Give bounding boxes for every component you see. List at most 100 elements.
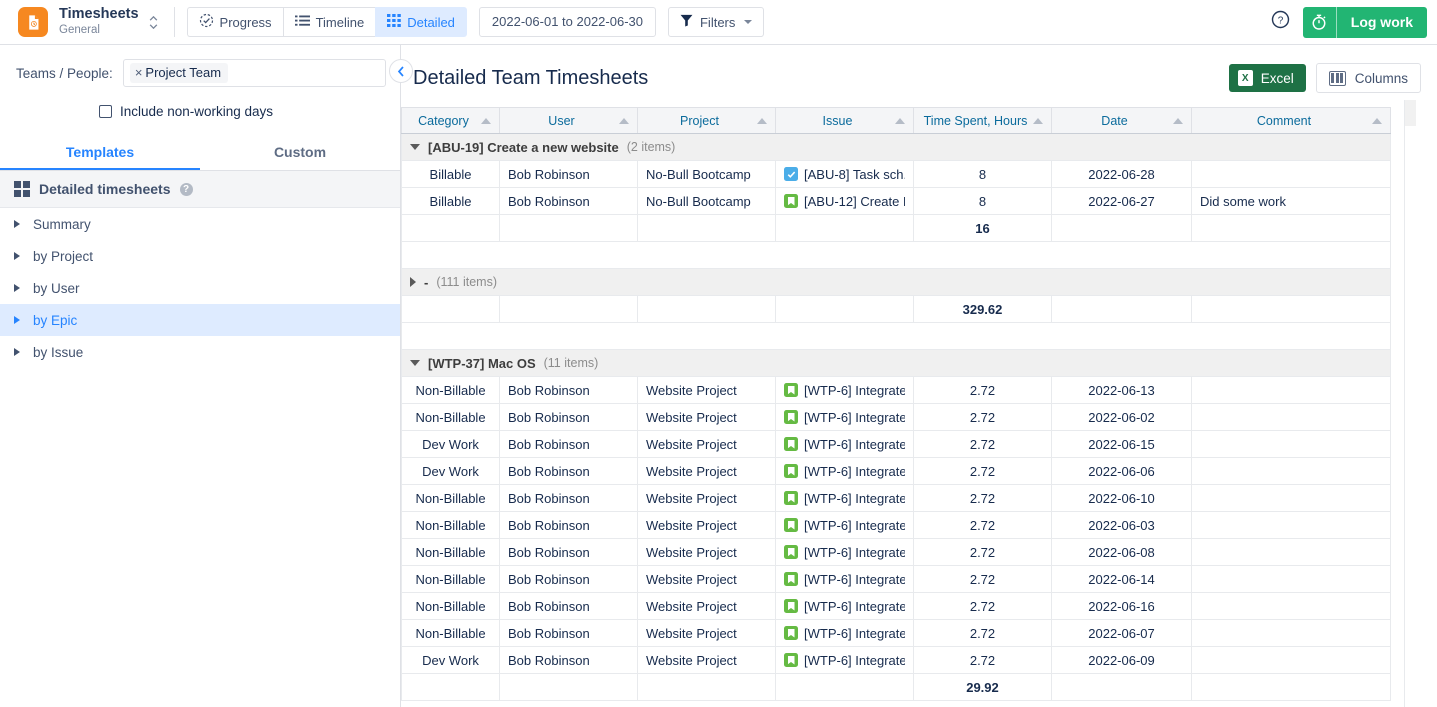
issue-label: [ABU-8] Task sch...	[804, 167, 905, 182]
export-excel-button[interactable]: X Excel	[1229, 64, 1306, 92]
table-row[interactable]: Non-BillableBob RobinsonWebsite Project[…	[402, 539, 1391, 566]
vertical-scrollbar-thumb[interactable]	[1405, 100, 1416, 126]
cell-date: 2022-06-28	[1052, 161, 1192, 188]
issue-link[interactable]: [WTP-6] Integrate...	[784, 464, 905, 479]
issue-link[interactable]: [WTP-6] Integrate...	[784, 572, 905, 587]
sort-asc-icon[interactable]	[481, 118, 491, 124]
tab-detailed-label: Detailed	[407, 15, 455, 30]
column-header-category[interactable]: Category	[402, 108, 500, 134]
column-header-time-spent[interactable]: Time Spent, Hours	[914, 108, 1052, 134]
app-subtitle: General	[59, 24, 139, 36]
cell-comment	[1192, 431, 1391, 458]
tab-templates[interactable]: Templates	[0, 135, 200, 170]
table-row[interactable]: BillableBob RobinsonNo-Bull Bootcamp[ABU…	[402, 188, 1391, 215]
group-collapse-toggle-icon[interactable]	[410, 144, 420, 150]
group-header-row[interactable]: [ABU-19] Create a new website(2 items)	[402, 134, 1391, 161]
column-header-label: Category	[410, 114, 477, 128]
column-header-issue[interactable]: Issue	[776, 108, 914, 134]
table-row[interactable]: Dev WorkBob RobinsonWebsite Project[WTP-…	[402, 458, 1391, 485]
log-work-button[interactable]: Log work	[1337, 7, 1427, 38]
issue-link[interactable]: [WTP-6] Integrate...	[784, 383, 905, 398]
team-chip[interactable]: × Project Team	[130, 63, 228, 83]
app-name: Timesheets	[59, 7, 139, 23]
column-header-project[interactable]: Project	[638, 108, 776, 134]
sidebar-collapse-button[interactable]	[389, 59, 413, 83]
sidebar-item-by-epic[interactable]: by Epic	[0, 304, 400, 336]
stopwatch-icon[interactable]	[1303, 7, 1337, 38]
column-header-comment[interactable]: Comment	[1192, 108, 1391, 134]
issue-link[interactable]: [WTP-6] Integrate...	[784, 491, 905, 506]
issue-label: [WTP-6] Integrate...	[804, 464, 905, 479]
column-header-date[interactable]: Date	[1052, 108, 1192, 134]
issue-link[interactable]: [ABU-8] Task sch...	[784, 167, 905, 182]
group-header-row[interactable]: -(111 items)	[402, 269, 1391, 296]
filters-button[interactable]: Filters	[668, 7, 764, 37]
issue-link[interactable]: [WTP-6] Integrate...	[784, 599, 905, 614]
issue-link[interactable]: [WTP-6] Integrate...	[784, 410, 905, 425]
help-icon[interactable]: ?	[180, 183, 193, 196]
group-collapse-toggle-icon[interactable]	[410, 360, 420, 366]
tab-detailed[interactable]: Detailed	[375, 7, 467, 37]
sort-asc-icon[interactable]	[1173, 118, 1183, 124]
vertical-scrollbar[interactable]	[1404, 100, 1415, 707]
cell-time-spent: 2.72	[914, 431, 1052, 458]
cell-project: Website Project	[638, 647, 776, 674]
sort-asc-icon[interactable]	[1033, 118, 1043, 124]
table-row[interactable]: Dev WorkBob RobinsonWebsite Project[WTP-…	[402, 647, 1391, 674]
column-header-user[interactable]: User	[500, 108, 638, 134]
group-header-row[interactable]: [WTP-37] Mac OS(11 items)	[402, 350, 1391, 377]
issue-link[interactable]: [WTP-6] Integrate...	[784, 545, 905, 560]
sidebar-item-summary[interactable]: Summary	[0, 208, 400, 240]
table-row[interactable]: Dev WorkBob RobinsonWebsite Project[WTP-…	[402, 431, 1391, 458]
cell-issue: [WTP-6] Integrate...	[776, 512, 914, 539]
sidebar-item-by-user[interactable]: by User	[0, 272, 400, 304]
table-row[interactable]: Non-BillableBob RobinsonWebsite Project[…	[402, 512, 1391, 539]
group-item-count: (111 items)	[436, 275, 497, 289]
columns-button[interactable]: Columns	[1316, 63, 1421, 93]
table-row[interactable]: Non-BillableBob RobinsonWebsite Project[…	[402, 377, 1391, 404]
table-row[interactable]: Non-BillableBob RobinsonWebsite Project[…	[402, 566, 1391, 593]
sidebar-tab-group: Templates Custom	[0, 135, 400, 171]
question-circle-icon[interactable]: ?	[1271, 10, 1290, 34]
table-row[interactable]: Non-BillableBob RobinsonWebsite Project[…	[402, 620, 1391, 647]
tab-custom[interactable]: Custom	[200, 135, 400, 170]
sort-asc-icon[interactable]	[1372, 118, 1382, 124]
cell-category: Dev Work	[402, 647, 500, 674]
issue-link[interactable]: [WTP-6] Integrate...	[784, 626, 905, 641]
table-row[interactable]: Non-BillableBob RobinsonWebsite Project[…	[402, 485, 1391, 512]
issue-label: [WTP-6] Integrate...	[804, 626, 905, 641]
sort-asc-icon[interactable]	[757, 118, 767, 124]
issue-link[interactable]: [WTP-6] Integrate...	[784, 518, 905, 533]
table-row[interactable]: Non-BillableBob RobinsonWebsite Project[…	[402, 593, 1391, 620]
include-nonworking-days-row[interactable]: Include non-working days	[0, 104, 400, 119]
chevron-right-icon	[14, 220, 20, 228]
sidebar-item-by-issue[interactable]: by Issue	[0, 336, 400, 368]
table-row[interactable]: Non-BillableBob RobinsonWebsite Project[…	[402, 404, 1391, 431]
main-panel: Detailed Team Timesheets X Excel Columns	[401, 45, 1437, 707]
sidebar-item-by-project[interactable]: by Project	[0, 240, 400, 272]
cell-project: No-Bull Bootcamp	[638, 188, 776, 215]
issue-link[interactable]: [WTP-6] Integrate...	[784, 437, 905, 452]
cell-comment	[1192, 566, 1391, 593]
cell-category: Dev Work	[402, 458, 500, 485]
teams-people-label: Teams / People:	[16, 66, 113, 81]
include-nonworking-days-checkbox[interactable]	[99, 105, 112, 118]
funnel-icon	[680, 14, 693, 30]
sort-asc-icon[interactable]	[895, 118, 905, 124]
teams-people-input[interactable]: × Project Team	[123, 59, 386, 87]
detailed-timesheets-title: Detailed timesheets	[39, 181, 171, 197]
issue-link[interactable]: [ABU-12] Create F...	[784, 194, 905, 209]
group-expand-toggle-icon[interactable]	[410, 277, 416, 287]
close-x-icon[interactable]: ×	[135, 66, 143, 79]
table-row[interactable]: BillableBob RobinsonNo-Bull Bootcamp[ABU…	[402, 161, 1391, 188]
tab-timeline[interactable]: Timeline	[283, 7, 376, 37]
cell-category: Billable	[402, 188, 500, 215]
app-identity[interactable]: Timesheets General	[0, 0, 168, 45]
bookmark-glyph	[788, 629, 795, 638]
sort-asc-icon[interactable]	[619, 118, 629, 124]
date-range-picker[interactable]: 2022-06-01 to 2022-06-30	[479, 7, 656, 37]
up-down-chevrons-icon[interactable]	[149, 16, 158, 29]
issue-link[interactable]: [WTP-6] Integrate...	[784, 653, 905, 668]
story-type-icon	[784, 383, 798, 397]
tab-progress[interactable]: Progress	[187, 7, 283, 37]
